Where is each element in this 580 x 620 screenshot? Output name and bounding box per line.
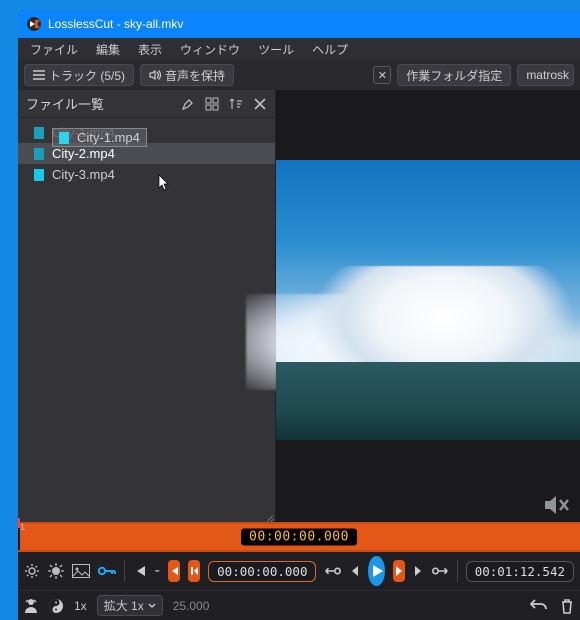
list-item[interactable]: City-2.mp4 [18,143,275,164]
file-icon [34,127,44,139]
step-back-icon[interactable] [350,562,360,580]
step-fwd-icon[interactable] [413,562,423,580]
titlebar[interactable]: LosslessCut - sky-all.mkv [18,10,580,38]
file-name: City-1.mp4 [52,125,115,140]
file-list: City-1.mp4 City-1.mp4 City-2.mp4 City-3.… [18,118,275,522]
app-window: LosslessCut - sky-all.mkv ファイル 編集 表示 ウィン… [18,10,580,620]
video-preview[interactable] [276,160,580,440]
key-icon[interactable] [98,562,116,580]
zoom-controls: 1x 拡大 1x 25.000 [18,590,580,620]
menu-tools[interactable]: ツール [250,39,302,60]
key-fwd-icon[interactable] [431,562,449,580]
current-time-input[interactable]: 00:00:00.000 [208,561,316,582]
menu-window[interactable]: ウィンドウ [172,39,248,60]
app-icon [26,16,42,32]
format-select[interactable]: matrosk [517,64,574,86]
minus-label[interactable]: - [155,562,160,580]
gear-icon[interactable] [24,562,40,580]
file-icon [34,148,44,160]
menu-edit[interactable]: 編集 [88,39,128,60]
resize-handle[interactable] [261,508,275,522]
divider [124,560,125,582]
sidebar-title: ファイル一覧 [26,94,104,113]
hamburger-icon [33,70,45,80]
list-item[interactable]: City-1.mp4 [18,122,275,143]
tracks-label: トラック (5/5) [49,67,125,84]
prev-keyframe-button[interactable] [168,560,180,582]
window-title: LosslessCut - sky-all.mkv [48,17,183,31]
image-icon[interactable] [72,562,90,580]
work-folder-button[interactable]: 作業フォルダ指定 [397,64,511,86]
segment-index: 1 [20,522,25,532]
preview-pane [276,90,580,522]
keep-audio-label: 音声を保持 [165,67,225,84]
speaker-icon [149,69,161,81]
menu-file[interactable]: ファイル [22,39,86,60]
body: ファイル一覧 City-1.mp4 City-1.mp4 City-2.mp4 … [18,90,580,522]
set-start-button[interactable] [188,560,200,582]
step-fwd-button[interactable] [393,560,405,582]
sidebar: ファイル一覧 City-1.mp4 City-1.mp4 City-2.mp4 … [18,90,276,522]
grid-icon[interactable] [205,97,219,111]
transport-controls: - 00:00:00.000 00:01:12.542 [18,552,580,590]
zoom-value: 1x [74,599,87,613]
playhead[interactable] [18,518,20,528]
end-time-display[interactable]: 00:01:12.542 [466,561,574,582]
tracks-button[interactable]: トラック (5/5) [24,64,134,86]
file-name: City-3.mp4 [52,167,115,182]
chevron-down-icon [148,603,156,609]
divider [457,560,458,582]
menu-help[interactable]: ヘルプ [304,39,356,60]
menu-view[interactable]: 表示 [130,39,170,60]
play-button[interactable] [368,556,385,586]
marker-icon[interactable] [181,97,195,111]
sidebar-header: ファイル一覧 [18,90,275,118]
mute-icon[interactable] [544,494,572,516]
format-label: matrosk [526,68,569,82]
file-icon [34,169,44,181]
key-back-icon[interactable] [324,562,342,580]
zoom-select-label: 拡大 1x [104,597,144,614]
work-folder-label: 作業フォルダ指定 [406,67,502,84]
brightness-icon[interactable] [48,562,64,580]
zoom-select[interactable]: 拡大 1x [97,595,163,616]
timeline[interactable]: 1 00:00:00.000 [18,522,580,552]
person-icon[interactable] [24,598,38,614]
sort-icon[interactable] [229,97,243,111]
skip-start-icon[interactable] [133,562,147,580]
menubar: ファイル 編集 表示 ウィンドウ ツール ヘルプ [18,38,580,60]
list-item[interactable]: City-3.mp4 [18,164,275,185]
timeline-time: 00:00:00.000 [241,529,357,546]
trash-icon[interactable] [560,598,574,614]
toolbar: トラック (5/5) 音声を保持 ✕ 作業フォルダ指定 matrosk [18,60,580,90]
undo-icon[interactable] [530,598,548,614]
keep-audio-button[interactable]: 音声を保持 [140,64,234,86]
close-icon[interactable] [253,97,267,111]
file-name: City-2.mp4 [52,146,115,161]
yinyang-icon[interactable] [48,598,64,614]
clear-workfolder-button[interactable]: ✕ [373,66,391,84]
fps-value: 25.000 [173,599,210,613]
